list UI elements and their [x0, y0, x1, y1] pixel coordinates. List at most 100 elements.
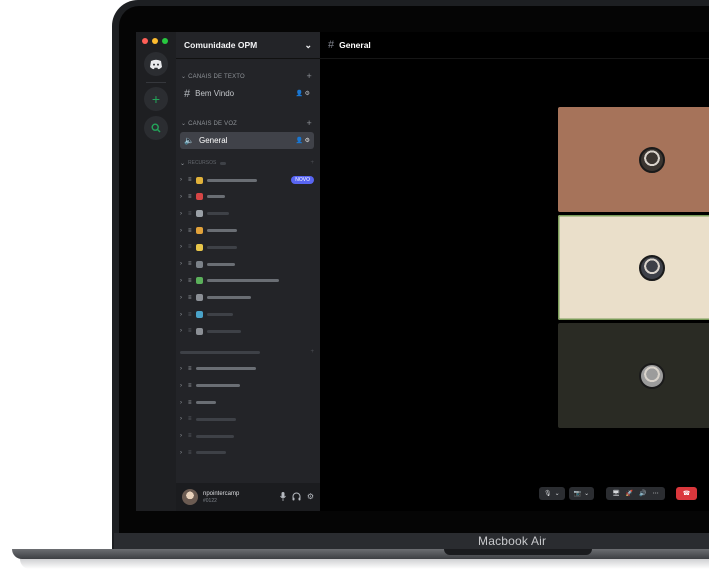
call-controls: 🎙 ⌄ 📷 ⌄ 🖥 🚀 🔊 ⋯ ☎ [539, 487, 698, 500]
hangup-button[interactable]: ☎ [675, 487, 698, 500]
video-tile[interactable] [558, 215, 709, 320]
chevron-down-icon[interactable]: ⌄ [304, 40, 312, 51]
server-name: Comunidade OPM [184, 40, 258, 50]
channel-emoji-icon [195, 193, 203, 201]
channel-emoji-icon [195, 210, 203, 218]
rocket-icon[interactable]: 🚀 [626, 490, 633, 497]
list-item[interactable]: › ≡ [176, 289, 320, 306]
activity-group: 🖥 🚀 🔊 ⋯ [606, 487, 665, 500]
channel-type-icon: ≡ [188, 382, 192, 389]
list-item[interactable]: › ≡ [176, 239, 320, 256]
more-icon[interactable]: ⋯ [653, 490, 659, 497]
avatar[interactable] [182, 489, 198, 505]
channel-type-icon: ≡ [188, 210, 192, 217]
list-item[interactable]: › ≡ NOVO [176, 172, 320, 189]
gear-icon[interactable]: ⚙ [305, 91, 310, 97]
avatar [639, 146, 665, 173]
channel-emoji-icon [195, 294, 203, 302]
list-item[interactable]: › ≡ [176, 306, 320, 323]
list-item[interactable]: › ≡ [176, 361, 320, 378]
user-name: npointercamp [203, 490, 240, 497]
channel-type-icon: ≡ [188, 311, 192, 318]
channel-type-icon: ≡ [188, 399, 192, 406]
discord-icon[interactable] [144, 52, 168, 76]
add-channel-icon[interactable]: + [307, 118, 312, 128]
channel-type-icon: ≡ [188, 433, 192, 440]
compass-icon[interactable] [144, 116, 168, 140]
list-item[interactable]: › ≡ [176, 273, 320, 290]
list-item[interactable]: › ≡ [176, 189, 320, 206]
maximize-window-dot[interactable] [162, 38, 168, 44]
channel-type-icon: ≡ [188, 277, 192, 284]
category-produtos[interactable]: + [176, 344, 320, 361]
device-label: Macbook Air [478, 534, 547, 548]
channel-emoji-icon [195, 176, 203, 184]
channel-type-icon: ≡ [188, 261, 192, 268]
list-item[interactable]: › ≡ [176, 428, 320, 445]
channel-emoji-icon [195, 311, 203, 319]
laptop-notch [444, 549, 592, 555]
category-voice-channels[interactable]: ⌄ CANAIS DE VOZ + [176, 116, 320, 130]
channel-type-icon: ≡ [188, 416, 192, 423]
video-tile[interactable] [558, 323, 709, 428]
laptop-shadow [20, 559, 709, 569]
list-item[interactable]: › ≡ [176, 205, 320, 222]
channel-emoji-icon [195, 243, 203, 251]
channel-type-icon: ≡ [188, 328, 192, 335]
microphone-icon[interactable] [279, 491, 286, 503]
video-tile[interactable] [558, 107, 709, 212]
add-channel-icon[interactable]: + [310, 160, 314, 166]
channel-label: General [198, 136, 228, 145]
channel-type-icon: ≡ [188, 365, 192, 372]
avatar [639, 362, 665, 389]
channel-emoji-icon [195, 260, 203, 268]
chevron-down-icon: ⌄ [554, 491, 560, 497]
category-text-channels[interactable]: ⌄ CANAIS DE TEXTO + [176, 69, 320, 83]
gear-icon[interactable]: ⚙ [305, 138, 310, 144]
add-channel-icon[interactable]: + [307, 71, 312, 81]
list-item[interactable]: › ≡ [176, 222, 320, 239]
headphones-icon[interactable] [292, 492, 301, 503]
channel-type-icon: ≡ [188, 294, 192, 301]
page-title: General [339, 40, 371, 50]
close-window-dot[interactable] [142, 38, 148, 44]
speaker-icon: 🔈 [184, 136, 194, 145]
plus-icon[interactable]: + [144, 87, 168, 111]
list-item[interactable]: › ≡ [176, 323, 320, 340]
invite-icon[interactable]: 👤 [295, 91, 302, 97]
invite-icon[interactable]: 👤 [295, 138, 302, 144]
mute-button[interactable]: 🎙 ⌄ [539, 487, 565, 500]
list-item[interactable]: › ≡ [176, 256, 320, 273]
channel-emoji-icon [195, 327, 203, 335]
screen-share-icon[interactable]: 🖥 [612, 490, 620, 497]
minimize-window-dot[interactable] [152, 38, 158, 44]
laptop-base [12, 549, 709, 559]
user-panel: npointercamp #0122 ⚙ [176, 483, 320, 511]
main-panel: # General 🎙 ⌄ 📷 ⌄ 🖥 🚀 🔊 ⋯ ☎ [320, 32, 709, 511]
channel-emoji-icon [195, 227, 203, 235]
category-label: CANAIS DE VOZ [188, 120, 238, 127]
server-header[interactable]: Comunidade OPM ⌄ [176, 32, 320, 59]
list-item[interactable]: › ≡ [176, 411, 320, 428]
channel-general[interactable]: 🔈 General 👤 ⚙ [180, 132, 314, 149]
microphone-icon: 🎙 [544, 491, 552, 497]
camera-button[interactable]: 📷 ⌄ [568, 487, 595, 500]
camera-icon: 📷 [573, 491, 582, 497]
channel-type-icon: ≡ [188, 244, 192, 251]
list-item[interactable]: › ≡ [176, 394, 320, 411]
gear-icon[interactable]: ⚙ [307, 492, 314, 503]
category-label: RECURSOS [188, 160, 217, 167]
laptop-chin [114, 533, 709, 549]
channel-topbar: # General [320, 32, 709, 59]
list-item[interactable]: › ≡ [176, 377, 320, 394]
channel-emoji-icon [195, 277, 203, 285]
add-channel-icon[interactable]: + [310, 349, 314, 355]
channel-bem-vindo[interactable]: # Bem Vindo 👤 ⚙ [180, 85, 314, 102]
discord-window: + Comunidade OPM ⌄ ⌄ CANAIS DE TEXTO + #… [136, 32, 709, 511]
channel-label: Bem Vindo [195, 89, 235, 98]
list-item[interactable]: › ≡ [176, 445, 320, 462]
hashtag-icon: # [328, 39, 335, 51]
soundboard-icon[interactable]: 🔊 [639, 490, 646, 497]
rail-divider [146, 82, 166, 83]
category-recursos[interactable]: ⌄ RECURSOS + [176, 155, 320, 172]
